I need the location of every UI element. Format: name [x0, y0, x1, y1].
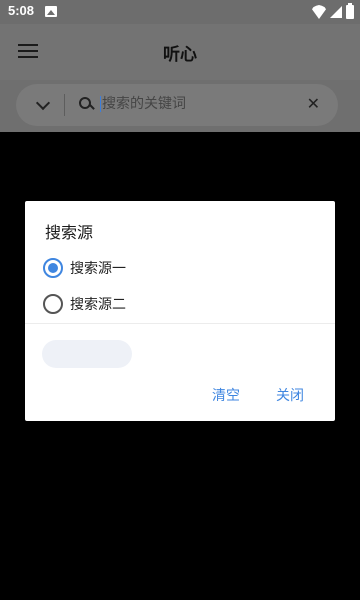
search-input[interactable]: 搜索的关键词 [100, 96, 186, 112]
search-bar[interactable]: 搜索的关键词 ✕ [16, 84, 338, 126]
clear-button[interactable]: 清空 [212, 385, 240, 405]
status-bar: 5:08 [0, 0, 360, 24]
app-bar: 听心 [0, 24, 360, 80]
empty-chip[interactable] [42, 340, 132, 368]
battery-icon [346, 3, 354, 19]
search-source-dialog: 搜索源 搜索源一 搜索源二 清空 关闭 [25, 201, 335, 421]
radio-option-source-2[interactable]: 搜索源二 [43, 292, 126, 316]
dialog-divider [25, 323, 335, 324]
search-icon [79, 97, 91, 109]
status-time: 5:08 [8, 3, 35, 18]
search-divider [64, 94, 65, 116]
radio-label: 搜索源二 [70, 297, 126, 313]
status-icons [312, 3, 354, 20]
radio-label: 搜索源一 [70, 261, 126, 277]
image-notification-icon [45, 6, 57, 17]
chevron-down-icon[interactable] [35, 95, 51, 111]
radio-unchecked-icon[interactable] [43, 294, 63, 314]
signal-icon [330, 6, 342, 18]
wifi-icon [312, 5, 326, 19]
dialog-title: 搜索源 [45, 223, 94, 242]
page-title: 听心 [163, 45, 197, 65]
radio-option-source-1[interactable]: 搜索源一 [43, 256, 126, 280]
close-icon[interactable]: ✕ [307, 95, 320, 113]
radio-checked-icon[interactable] [43, 258, 63, 278]
close-button[interactable]: 关闭 [276, 385, 304, 405]
search-area: 搜索的关键词 ✕ [0, 80, 360, 132]
